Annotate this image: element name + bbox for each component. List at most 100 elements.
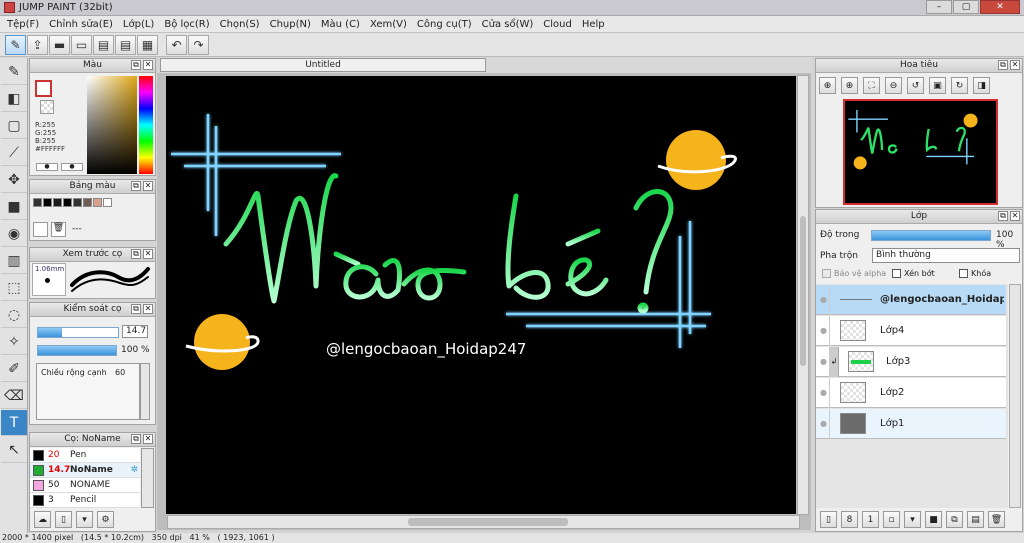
- brush-size-slider[interactable]: [37, 327, 119, 338]
- tool-text[interactable]: T: [1, 410, 27, 436]
- menu-select[interactable]: Chọn(S): [216, 19, 266, 30]
- blend-mode-select[interactable]: Bình thường: [872, 248, 1020, 263]
- menu-capture[interactable]: Chụp(N): [266, 19, 317, 30]
- palette-swatch[interactable]: [83, 198, 92, 207]
- grid-button[interactable]: ▦: [137, 34, 158, 55]
- eye-icon[interactable]: ●: [818, 316, 830, 346]
- tool-bucket[interactable]: ◉: [1, 221, 27, 247]
- close-icon[interactable]: ✕: [143, 60, 153, 70]
- color-option-button-2[interactable]: ●: [61, 163, 83, 171]
- palette-swatch[interactable]: [93, 198, 102, 207]
- undock-icon[interactable]: ⧉: [998, 211, 1008, 221]
- horizontal-scrollbar[interactable]: [167, 515, 800, 529]
- tool-select-pen[interactable]: ✐: [1, 356, 27, 382]
- eye-icon[interactable]: ●: [818, 347, 830, 377]
- tool-eraser[interactable]: ◧: [1, 86, 27, 112]
- menu-edit[interactable]: Chỉnh sửa(E): [45, 19, 119, 30]
- menu-window[interactable]: Cửa sổ(W): [478, 19, 540, 30]
- brush-settings-icon[interactable]: ⚙: [97, 511, 114, 528]
- text-doc-button[interactable]: ▤: [115, 34, 136, 55]
- menu-help[interactable]: Help: [578, 19, 611, 30]
- pen-button[interactable]: ✎: [5, 34, 26, 55]
- layer-row[interactable]: ● Lớp4: [816, 316, 1006, 346]
- palette-swatch[interactable]: [73, 198, 82, 207]
- undock-icon[interactable]: ⧉: [131, 181, 141, 191]
- minimize-button[interactable]: –: [926, 0, 952, 14]
- primary-color-swatch[interactable]: [35, 80, 52, 97]
- trash-icon[interactable]: 🗑: [51, 222, 66, 237]
- tool-magic-wand[interactable]: ✧: [1, 329, 27, 355]
- layer-opacity-slider[interactable]: [871, 230, 991, 241]
- chat-button[interactable]: ▬: [49, 34, 70, 55]
- edge-scrollbar[interactable]: [140, 363, 150, 420]
- folder-icon[interactable]: ■: [925, 511, 942, 528]
- clip-option[interactable]: Xén bớt: [892, 269, 935, 278]
- tool-pointer[interactable]: ↖: [1, 437, 27, 463]
- secondary-color-swatch[interactable]: [40, 100, 54, 114]
- menu-view[interactable]: Xem(V): [366, 19, 413, 30]
- palette-swatch[interactable]: [33, 198, 42, 207]
- layer-list-scrollbar[interactable]: [1009, 284, 1021, 508]
- close-icon[interactable]: ✕: [1010, 211, 1020, 221]
- eye-icon[interactable]: ●: [818, 378, 830, 408]
- redo-button[interactable]: ↷: [188, 34, 209, 55]
- brush-list-scrollbar[interactable]: [141, 448, 154, 508]
- eye-icon[interactable]: ●: [818, 285, 830, 315]
- palette-swatch[interactable]: [43, 198, 52, 207]
- color-option-button[interactable]: ●: [36, 163, 58, 171]
- gear-icon[interactable]: ✲: [130, 465, 138, 475]
- new-layer-icon[interactable]: ▯: [820, 511, 837, 528]
- tool-brush[interactable]: ✎: [1, 59, 27, 85]
- rotate-reset-icon[interactable]: ↺: [907, 77, 924, 94]
- cloud-download-icon[interactable]: ☁: [34, 511, 51, 528]
- fit-icon[interactable]: ⛶: [863, 77, 880, 94]
- protect-alpha-option[interactable]: Bảo vệ alpha: [822, 269, 886, 278]
- layer-row[interactable]: ● Lớp2: [816, 378, 1006, 408]
- menu-color[interactable]: Màu (C): [317, 19, 366, 30]
- delete-layer-icon[interactable]: 🗑: [988, 511, 1005, 528]
- tool-line[interactable]: ⟋: [1, 140, 27, 166]
- brush-menu-icon[interactable]: ▾: [76, 511, 93, 528]
- brush-item[interactable]: 50 NONAME: [30, 478, 140, 493]
- brush-item[interactable]: 20 Pen: [30, 448, 140, 463]
- brush-size-field[interactable]: 14.7: [122, 325, 148, 338]
- new-brush-icon[interactable]: ▯: [55, 511, 72, 528]
- brush-item[interactable]: 14.7 NoName ✲: [30, 463, 140, 478]
- tool-move[interactable]: ✥: [1, 167, 27, 193]
- vertical-scrollbar[interactable]: [797, 75, 809, 515]
- menu-filter[interactable]: Bộ lọc(R): [160, 19, 215, 30]
- undock-icon[interactable]: ⧉: [131, 60, 141, 70]
- vertical-scroll-thumb[interactable]: [800, 216, 806, 366]
- zoom-out-icon[interactable]: ⊖: [885, 77, 902, 94]
- lock-checkbox[interactable]: [959, 269, 968, 278]
- tool-lasso[interactable]: ◌: [1, 302, 27, 328]
- new-halftone-layer-icon[interactable]: ▫: [883, 511, 900, 528]
- brush-item[interactable]: 3 Pencil: [30, 493, 140, 508]
- new-1bit-layer-icon[interactable]: 1: [862, 511, 879, 528]
- tool-fill-rect[interactable]: ■: [1, 194, 27, 220]
- eye-icon[interactable]: ●: [818, 409, 830, 439]
- undock-icon[interactable]: ⧉: [131, 249, 141, 259]
- share-button[interactable]: ⇪: [27, 34, 48, 55]
- tool-rect[interactable]: ▢: [1, 113, 27, 139]
- palette-swatch[interactable]: [53, 198, 62, 207]
- tool-select-eraser[interactable]: ⌫: [1, 383, 27, 409]
- undock-icon[interactable]: ⧉: [131, 434, 141, 444]
- flip-icon[interactable]: ◨: [973, 77, 990, 94]
- hue-slider[interactable]: [139, 76, 153, 174]
- saturation-box[interactable]: [87, 76, 137, 174]
- close-icon[interactable]: ✕: [143, 249, 153, 259]
- close-button[interactable]: ✕: [980, 0, 1020, 14]
- duplicate-layer-icon[interactable]: ⧉: [946, 511, 963, 528]
- close-icon[interactable]: ✕: [143, 434, 153, 444]
- monitor-button[interactable]: ▭: [71, 34, 92, 55]
- menu-file[interactable]: Tệp(F): [3, 19, 45, 30]
- horizontal-scroll-thumb[interactable]: [408, 518, 568, 526]
- tool-select-rect[interactable]: ⬚: [1, 275, 27, 301]
- actual-size-icon[interactable]: ▣: [929, 77, 946, 94]
- undo-button[interactable]: ↶: [166, 34, 187, 55]
- protect-alpha-checkbox[interactable]: [822, 269, 831, 278]
- clip-checkbox[interactable]: [892, 269, 901, 278]
- lock-option[interactable]: Khóa: [959, 269, 991, 278]
- palette-swatch[interactable]: [63, 198, 72, 207]
